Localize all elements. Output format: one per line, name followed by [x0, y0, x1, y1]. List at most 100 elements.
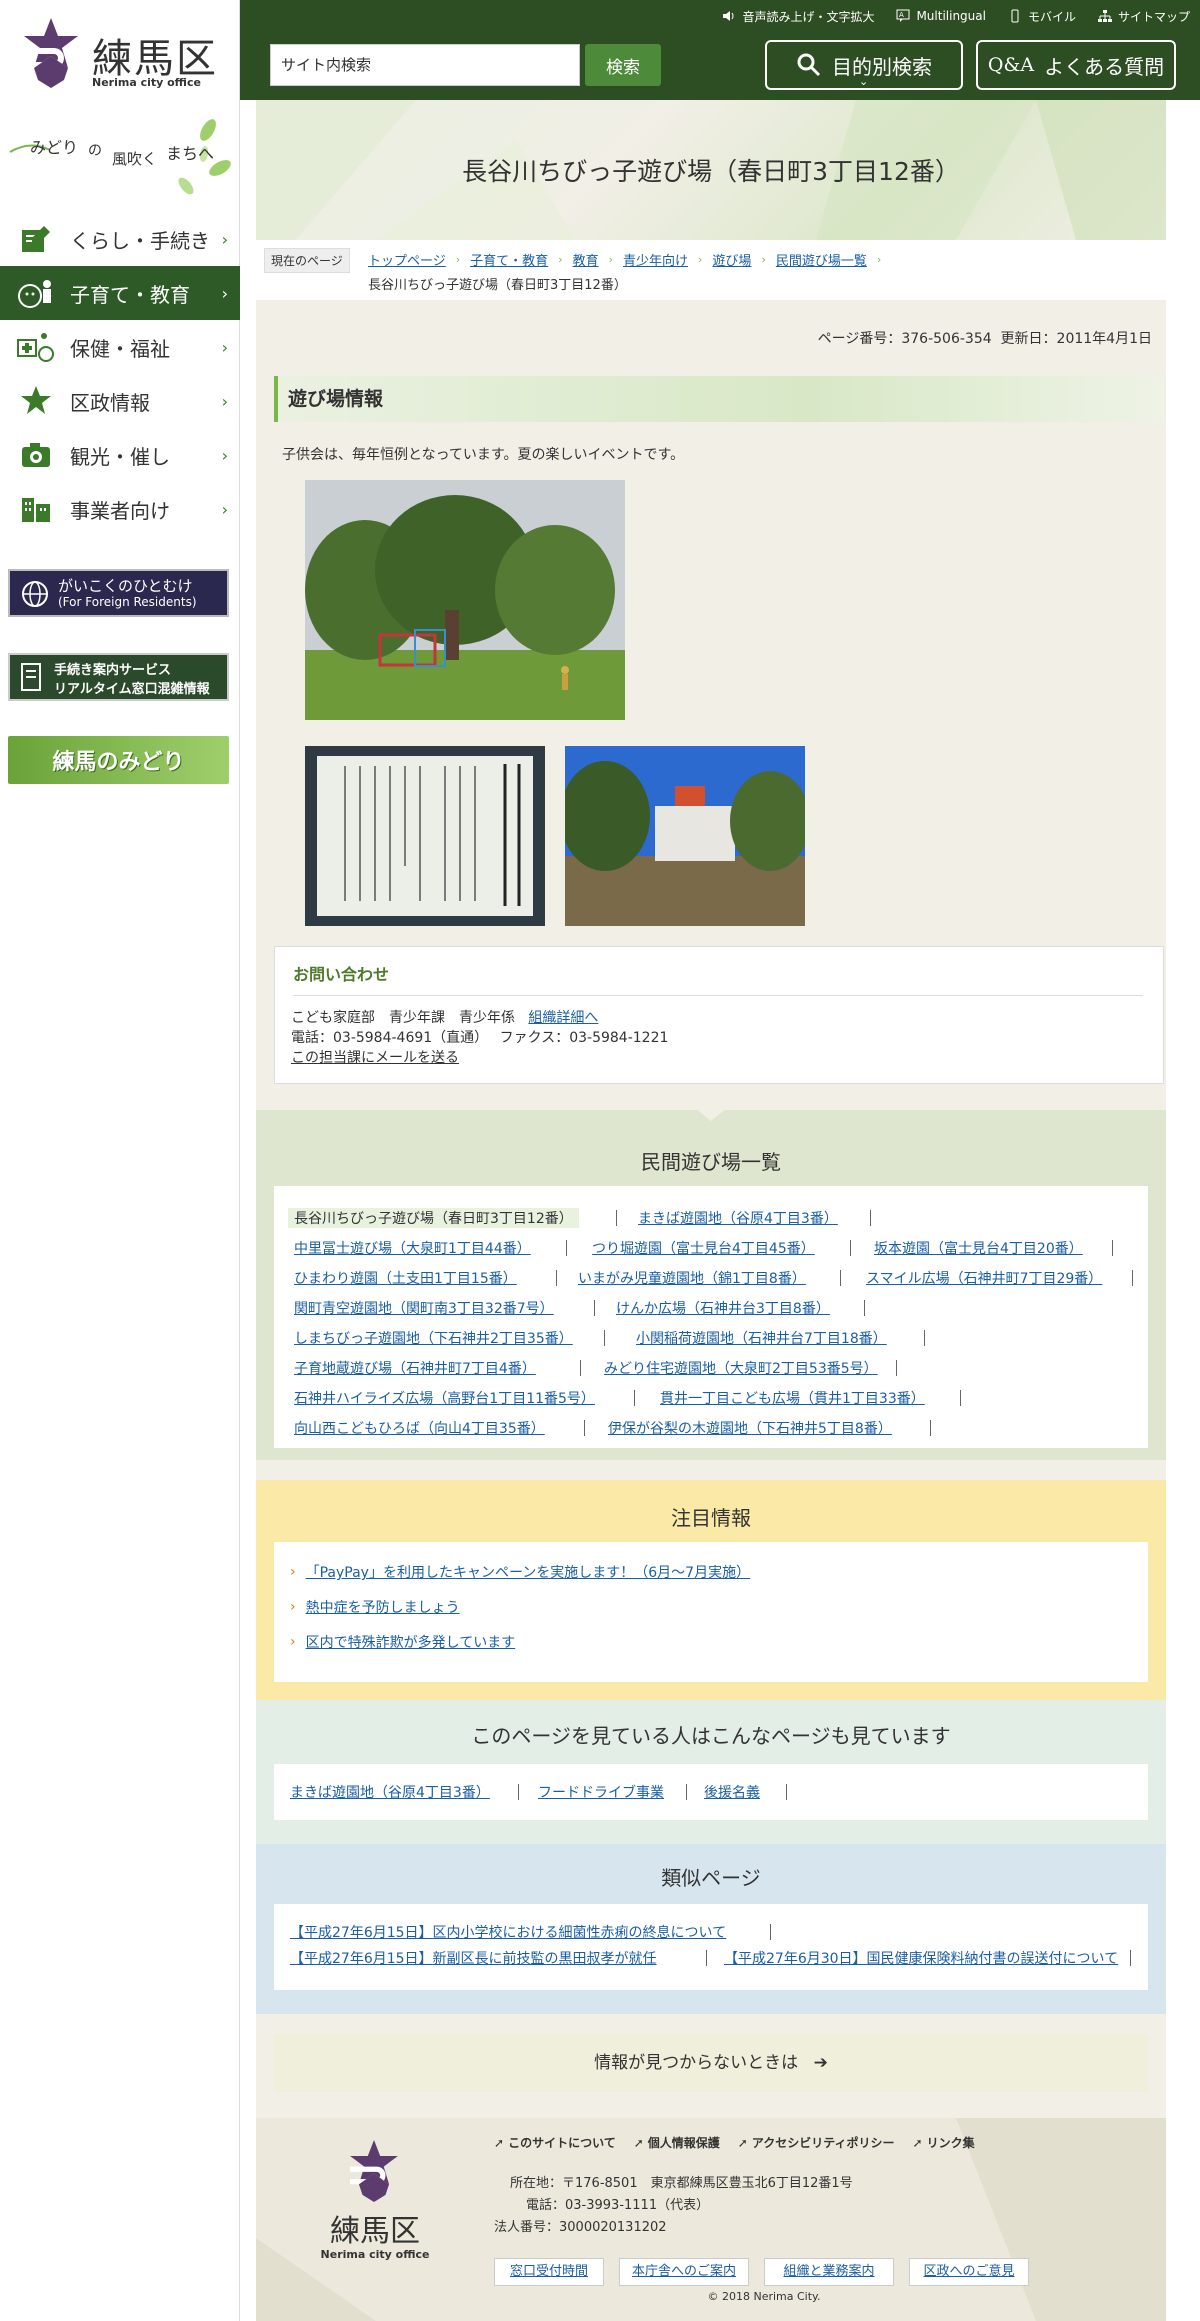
search-button[interactable]: 検索: [585, 44, 661, 86]
divider: [293, 995, 1143, 996]
playground-link[interactable]: 坂本遊園（富士見台4丁目20番）: [874, 1238, 1083, 1258]
similar-page-link[interactable]: 【平成27年6月30日】国民健康保険料納付書の誤送付について: [724, 1948, 1118, 1968]
document-icon: [21, 663, 41, 691]
footer-nav: ➚ このサイトについて ➚ 個人情報保護 ➚ アクセシビリティポリシー ➚ リンク集: [494, 2134, 975, 2151]
footer-nav-item[interactable]: ➚ このサイトについて: [494, 2134, 616, 2151]
contact-mail-link[interactable]: この担当課にメールを送る: [291, 1047, 459, 1067]
topbar-link-mobile[interactable]: モバイル: [1008, 8, 1076, 25]
playground-link[interactable]: スマイル広場（石神井町7丁目29番）: [866, 1268, 1102, 1288]
playground-link[interactable]: 関町青空遊園地（関町南3丁目32番7号）: [294, 1298, 554, 1318]
purpose-search-button[interactable]: 目的別検索 ⌄: [765, 40, 963, 90]
topbar-link-sitemap[interactable]: サイトマップ: [1097, 8, 1190, 25]
purpose-search-label: 目的別検索: [832, 54, 932, 79]
playground-link[interactable]: 石神井ハイライズ広場（高野台1丁目11番5号）: [294, 1388, 595, 1408]
attention-box: › 「PayPay」を利用したキャンペーンを実施します！（6月～7月実施） › 熱中…: [274, 1542, 1148, 1682]
procedure-guide-banner[interactable]: 手続き案内サービス リアルタイム窓口混雑情報: [8, 653, 229, 701]
not-found-button[interactable]: 情報が見つからないときは ➔: [274, 2034, 1148, 2092]
page-meta: ページ番号：376-506-354 更新日：2011年4月1日: [818, 328, 1152, 348]
playground-link[interactable]: つり堀遊園（富士見台4丁目45番）: [592, 1238, 815, 1258]
playground-link[interactable]: 中里冨士遊び場（大泉町1丁目44番）: [294, 1238, 531, 1258]
breadcrumb-link[interactable]: 民間遊び場一覧: [776, 250, 867, 269]
svg-text:A: A: [899, 11, 904, 19]
playground-link-current[interactable]: 長谷川ちびっ子遊び場（春日町3丁目12番）: [288, 1208, 579, 1228]
footer-button-opinion[interactable]: 区政へのご意見: [909, 2258, 1029, 2286]
playground-link[interactable]: しまちびっ子遊園地（下石神井2丁目35番）: [294, 1328, 573, 1348]
footer-nav-item[interactable]: ➚ アクセシビリティポリシー: [738, 2134, 895, 2151]
logo-subtitle: Nerima city office: [92, 76, 201, 89]
playground-link[interactable]: いまがみ児童遊園地（錦1丁目8番）: [578, 1268, 806, 1288]
breadcrumb-link[interactable]: 子育て・教育: [470, 250, 548, 269]
chevron-right-icon: ›: [221, 499, 228, 519]
foreign-banner-line2: (For Foreign Residents): [58, 595, 197, 609]
similar-pages-title: 類似ページ: [661, 1866, 761, 1890]
footer-phone: 電話：03-3993-1111（代表）: [526, 2198, 710, 2213]
search-input[interactable]: サイト内検索: [270, 44, 580, 86]
nerima-green-banner[interactable]: 練馬のみどり: [8, 736, 229, 784]
also-viewed-link[interactable]: フードドライブ事業: [538, 1782, 664, 1802]
also-viewed-link[interactable]: まきば遊園地（谷原4丁目3番）: [290, 1782, 490, 1802]
attention-item[interactable]: › 「PayPay」を利用したキャンペーンを実施します！（6月～7月実施）: [290, 1562, 750, 1582]
playground-list-box: 長谷川ちびっ子遊び場（春日町3丁目12番） まきば遊園地（谷原4丁目3番） 中里…: [274, 1186, 1148, 1448]
chevron-right-icon: ›: [455, 253, 461, 266]
footer-button-organization[interactable]: 組織と業務案内: [764, 2258, 894, 2286]
playground-link[interactable]: 向山西こどもひろば（向山4丁目35番）: [294, 1418, 545, 1438]
nav-label: 保健・福祉: [70, 336, 170, 361]
nav-item-business[interactable]: 事業者向け ›: [0, 482, 240, 536]
breadcrumb-link[interactable]: 遊び場: [712, 250, 751, 269]
nav-item-government[interactable]: 区政情報 ›: [0, 374, 240, 428]
chevron-right-icon: ›: [221, 229, 228, 249]
chevron-right-icon: ›: [290, 1634, 296, 1650]
site-logo[interactable]: 練馬区 Nerima city office: [20, 18, 220, 98]
footer-logo-name: 練馬区: [330, 2214, 420, 2249]
separator: [566, 1240, 567, 1256]
playground-link[interactable]: ひまわり遊園（土支田1丁目15番）: [294, 1268, 517, 1288]
playground-link[interactable]: 子育地蔵遊び場（石神井町7丁目4番）: [294, 1358, 536, 1378]
nav-item-living[interactable]: くらし・手続き ›: [0, 212, 240, 266]
chevron-right-icon: ›: [761, 253, 766, 266]
speaker-icon: [723, 11, 734, 21]
attention-link[interactable]: 熱中症を予防しましょう: [306, 1597, 460, 1617]
breadcrumb-link[interactable]: 教育: [573, 250, 599, 269]
similar-page-link[interactable]: 【平成27年6月15日】区内小学校における細菌性赤痢の終息について: [290, 1922, 726, 1942]
similar-pages-box: 【平成27年6月15日】区内小学校における細菌性赤痢の終息について 【平成27年…: [274, 1904, 1148, 1990]
playground-link[interactable]: 伊保が谷梨の木遊園地（下石神井5丁目8番）: [608, 1418, 892, 1438]
footer-button-access[interactable]: 本庁舎へのご案内: [619, 2258, 749, 2286]
buildings-icon: [16, 492, 56, 526]
footer-button-hours[interactable]: 窓口受付時間: [494, 2258, 604, 2286]
attention-item[interactable]: › 区内で特殊詐欺が多発しています: [290, 1632, 515, 1652]
utility-bar: 音声読み上げ・文字拡大 A Multilingual モバイル サイトマップ: [240, 0, 1200, 32]
separator: [580, 1360, 581, 1376]
separator: [686, 1784, 687, 1800]
sidebar: 練馬区 Nerima city office みどり の 風吹く まちへ くらし…: [0, 0, 240, 2321]
faq-button[interactable]: Q&A よくある質問: [976, 40, 1176, 90]
footer-nav-item[interactable]: ➚ 個人情報保護: [634, 2134, 720, 2151]
nav-item-tourism[interactable]: 観光・催し ›: [0, 428, 240, 482]
breadcrumb: 現在のページ トップページ › 子育て・教育 › 教育 › 青少年向け › 遊び場 › 民…: [256, 240, 1166, 300]
nav-label: 事業者向け: [70, 498, 170, 523]
nav-item-childcare[interactable]: 子育て・教育 ›: [0, 266, 240, 320]
playground-link[interactable]: けんか広場（石神井台3丁目8番）: [616, 1298, 830, 1318]
topbar-link-voice[interactable]: 音声読み上げ・文字拡大: [722, 8, 874, 25]
similar-page-link[interactable]: 【平成27年6月15日】新副区長に前技監の黒田叔孝が就任: [290, 1948, 657, 1968]
breadcrumb-link[interactable]: トップページ: [368, 250, 446, 269]
search-icon: [797, 53, 821, 77]
department-detail-link[interactable]: 組織詳細へ: [528, 1010, 598, 1026]
separator: [770, 1924, 771, 1940]
foreign-residents-banner[interactable]: がいこくのひとむけ (For Foreign Residents): [8, 569, 229, 617]
topbar-link-multilingual[interactable]: A Multilingual: [896, 9, 986, 23]
nerima-star-logo-icon: [350, 2140, 398, 2202]
nav-item-health[interactable]: 保健・福祉 ›: [0, 320, 240, 374]
also-viewed-link[interactable]: 後援名義: [704, 1782, 760, 1802]
footer-logo[interactable]: 練馬区 Nerima city office: [320, 2140, 430, 2270]
attention-link[interactable]: 「PayPay」を利用したキャンペーンを実施します！（6月～7月実施）: [306, 1562, 750, 1582]
separator: [616, 1210, 617, 1226]
playground-link[interactable]: まきば遊園地（谷原4丁目3番）: [638, 1208, 838, 1228]
playground-link[interactable]: 小関稲荷遊園地（石神井台7丁目18番）: [636, 1328, 887, 1348]
contact-phone: 電話：03-5984-4691（直通） ファクス：03-5984-1221: [291, 1030, 669, 1046]
attention-link[interactable]: 区内で特殊詐欺が多発しています: [306, 1632, 516, 1652]
playground-link[interactable]: みどり住宅遊園地（大泉町2丁目53番5号）: [604, 1358, 878, 1378]
attention-item[interactable]: › 熱中症を予防しましょう: [290, 1597, 460, 1617]
breadcrumb-link[interactable]: 青少年向け: [623, 250, 688, 269]
playground-link[interactable]: 貫井一丁目こども広場（貫井1丁目33番）: [660, 1388, 925, 1408]
footer-nav-item[interactable]: ➚ リンク集: [913, 2134, 975, 2151]
